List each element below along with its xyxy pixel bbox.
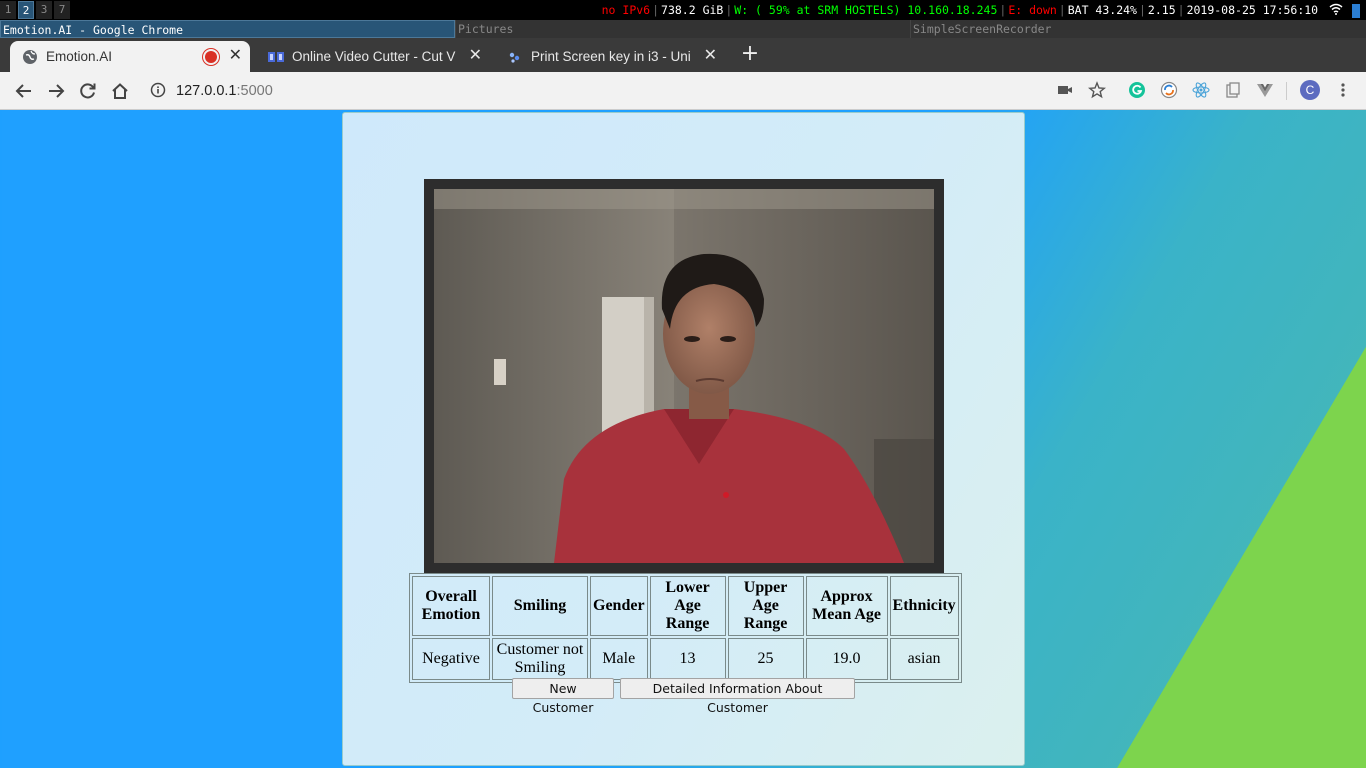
disk-status: 738.2 GiB	[661, 3, 724, 17]
cell-approx-mean-age: 19.0	[805, 638, 888, 680]
header-lower-age-range: Lower Age Range	[649, 576, 726, 636]
tab-video-cutter[interactable]: Online Video Cutter - Cut V ✕	[256, 41, 490, 72]
background-green-shape	[1110, 340, 1366, 768]
header-smiling: Smiling	[492, 576, 588, 636]
i3-status-bar: 1 2 3 7 no IPv6 | 738.2 GiB | W: ( 59% at SR…	[0, 0, 1366, 20]
titlebar-screenrecorder[interactable]: SimpleScreenRecorder	[910, 20, 1366, 38]
clipboard-icon[interactable]	[1224, 81, 1242, 99]
results-header-row: Overall Emotion Smiling Gender Lower Age…	[412, 576, 959, 636]
video-cutter-icon	[268, 49, 284, 65]
workspace-2-button[interactable]: 2	[18, 1, 34, 19]
bookmark-star-icon[interactable]	[1087, 81, 1107, 99]
battery-status: BAT 43.24%	[1067, 3, 1137, 17]
titlebar-pictures[interactable]: Pictures	[455, 20, 910, 38]
toolbar-divider	[1286, 82, 1287, 100]
detailed-information-button[interactable]: Detailed Information About Customer	[620, 678, 855, 715]
globe-icon	[22, 49, 38, 65]
address-bar[interactable]: 127.0.0.1:5000	[176, 79, 273, 103]
tab-title: Print Screen key in i3 - Uni	[531, 49, 691, 64]
tab-title: Emotion.AI	[46, 49, 113, 64]
tab-emotion-ai[interactable]: Emotion.AI ✕	[10, 41, 250, 72]
cell-overall-emotion: Negative	[412, 638, 490, 680]
window-titlebars: Emotion.AI - Google Chrome Pictures Simp…	[0, 20, 1366, 38]
header-gender: Gender	[590, 576, 648, 636]
tab-title: Online Video Cutter - Cut V	[292, 49, 456, 64]
grammarly-icon[interactable]	[1128, 81, 1146, 99]
datetime-status: 2019-08-25 17:56:10	[1186, 3, 1319, 17]
results-table: Overall Emotion Smiling Gender Lower Age…	[409, 573, 962, 683]
react-devtools-icon[interactable]	[1192, 81, 1210, 99]
cell-gender: Male	[590, 638, 648, 680]
close-icon[interactable]: ✕	[469, 47, 482, 65]
wifi-status: W: ( 59% at SRM HOSTELS) 10.160.18.245	[734, 3, 998, 17]
url-port: :5000	[236, 83, 273, 99]
workspace-3-button[interactable]: 3	[36, 1, 52, 19]
url-host: 127.0.0.1	[176, 83, 237, 99]
ipv6-status: no IPv6	[601, 3, 651, 17]
tab-strip: Emotion.AI ✕ Online Video Cutter - Cut V…	[0, 38, 1366, 102]
cell-upper-age-range: 25	[727, 638, 804, 680]
content-card: Overall Emotion Smiling Gender Lower Age…	[342, 112, 1025, 766]
camera-icon[interactable]	[1056, 81, 1074, 99]
header-approx-mean-age: Approx Mean Age	[805, 576, 888, 636]
tab-print-screen[interactable]: Print Screen key in i3 - Uni ✕	[495, 41, 725, 72]
forward-button[interactable]	[45, 80, 67, 102]
page-viewport: Overall Emotion Smiling Gender Lower Age…	[0, 110, 1366, 768]
webcam-frame	[424, 179, 944, 573]
profile-avatar[interactable]: C	[1300, 80, 1320, 100]
cell-ethnicity: asian	[889, 638, 959, 680]
new-customer-button[interactable]: New Customer	[512, 678, 614, 715]
background-panel	[2, 110, 342, 768]
titlebar-chrome[interactable]: Emotion.AI - Google Chrome	[0, 20, 455, 38]
close-icon[interactable]: ✕	[229, 47, 242, 65]
home-icon	[112, 83, 128, 99]
header-overall-emotion: Overall Emotion	[412, 576, 490, 636]
stackexchange-icon	[507, 49, 523, 65]
header-ethnicity: Ethnicity	[889, 576, 959, 636]
load-status: 2.15	[1147, 3, 1176, 17]
wifi-icon	[1329, 1, 1343, 21]
reload-button[interactable]	[77, 80, 99, 102]
workspace-7-button[interactable]: 7	[54, 1, 70, 19]
kebab-menu-icon[interactable]	[1334, 81, 1352, 99]
table-row: Negative Customer not Smiling Male 13 25…	[412, 638, 959, 680]
header-upper-age-range: Upper Age Range	[727, 576, 804, 636]
webcam-snapshot	[434, 189, 934, 563]
cell-lower-age-range: 13	[649, 638, 726, 680]
back-button[interactable]	[13, 80, 35, 102]
browser-toolbar: 127.0.0.1:5000 C	[0, 72, 1366, 110]
cell-smiling: Customer not Smiling	[492, 638, 588, 680]
status-blocks: no IPv6 | 738.2 GiB | W: ( 59% at SRM HOSTEL…	[602, 0, 1360, 20]
new-tab-button[interactable]: +	[739, 43, 761, 65]
tray-icon[interactable]	[1352, 3, 1360, 18]
sync-extension-icon[interactable]	[1160, 81, 1178, 99]
info-icon[interactable]	[150, 82, 166, 98]
close-icon[interactable]: ✕	[704, 47, 717, 65]
reload-icon	[80, 83, 96, 99]
home-button[interactable]	[109, 80, 131, 102]
ethernet-status: E: down	[1008, 3, 1057, 17]
arrow-right-icon	[49, 84, 65, 98]
arrow-left-icon	[15, 84, 31, 98]
recording-icon	[205, 51, 217, 63]
workspace-1-button[interactable]: 1	[0, 1, 16, 19]
vue-devtools-icon[interactable]	[1256, 81, 1274, 99]
